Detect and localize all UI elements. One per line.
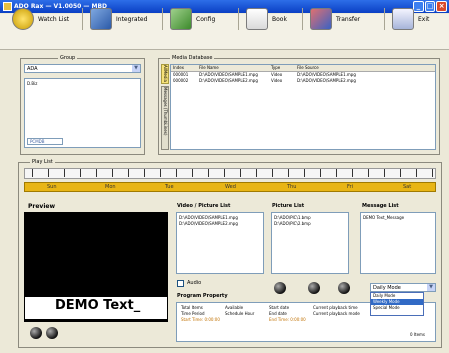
ruler-tick xyxy=(400,169,401,177)
media-database-legend: Media Database xyxy=(170,55,215,61)
lane-sun: Sun xyxy=(47,184,57,190)
record-button[interactable] xyxy=(308,282,320,294)
lane-thu: Thu xyxy=(287,184,297,190)
ruler-tick xyxy=(384,169,385,177)
table-header: Index File Name Type File Source xyxy=(171,65,435,72)
ruler-tick xyxy=(368,169,369,177)
stop-button[interactable] xyxy=(46,327,58,339)
app-icon xyxy=(3,2,12,11)
ruler-tick xyxy=(144,169,145,177)
column-file-source[interactable]: File Source xyxy=(297,65,377,71)
media-table: Index File Name Type File Source 000001 … xyxy=(170,64,436,150)
time-ruler-ticks xyxy=(24,168,436,179)
ruler-tick xyxy=(416,169,417,177)
message-list-label: Message List xyxy=(362,203,399,209)
mode-select[interactable]: Daily Mode ▼ xyxy=(370,283,436,292)
item-count: 0 Items xyxy=(410,332,426,337)
column-index[interactable]: Index xyxy=(171,65,195,71)
lane-tue: Tue xyxy=(165,184,174,190)
preview-demo-text: DEMO Text_ xyxy=(24,296,168,320)
ruler-tick xyxy=(256,169,257,177)
video-picture-list[interactable]: D:\ADO\VIDEO\SAMPLE1.mpg D:\ADO\VIDEO\SA… xyxy=(176,212,264,274)
group-list[interactable]: D.Biz PCMDB xyxy=(24,78,141,148)
chevron-down-icon: ▼ xyxy=(427,284,435,291)
lane-fri: Fri xyxy=(347,184,353,190)
ruler-tick xyxy=(96,169,97,177)
list-item[interactable]: D:\ADO\PIC\2.bmp xyxy=(274,221,346,227)
next-button[interactable] xyxy=(338,282,350,294)
config-button[interactable]: Config xyxy=(170,5,215,33)
play-button[interactable] xyxy=(30,327,42,339)
ruler-tick xyxy=(176,169,177,177)
ruler-tick xyxy=(112,169,113,177)
audio-checkbox[interactable] xyxy=(177,280,184,287)
ruler-tick xyxy=(240,169,241,177)
day-lanes[interactable]: Sun Mon Tue Wed Thu Fri Sat xyxy=(24,182,436,192)
message-list[interactable]: DEMO Text_Message xyxy=(360,212,436,274)
list-item[interactable]: DEMO Text_Message xyxy=(363,215,433,221)
mode-option[interactable]: Special Mode xyxy=(371,305,423,311)
group-list-item[interactable]: D.Biz xyxy=(25,79,140,89)
audio-checkbox-label: Audio xyxy=(187,280,202,286)
group-footer-select[interactable]: PCMDB xyxy=(27,138,63,145)
ruler-tick xyxy=(224,169,225,177)
ruler-tick xyxy=(128,169,129,177)
ruler-tick xyxy=(304,169,305,177)
toolbar-separator xyxy=(82,8,83,30)
toolbar-separator xyxy=(238,8,239,30)
property-row: Start Time: 0:00:00 End Time: 0:00:00 xyxy=(181,317,306,322)
ruler-tick xyxy=(160,169,161,177)
integrated-icon xyxy=(90,8,112,30)
program-property-label: Program Property xyxy=(177,293,228,299)
ruler-tick xyxy=(64,169,65,177)
column-type[interactable]: Type xyxy=(271,65,293,71)
picture-list[interactable]: D:\ADO\PIC\1.bmp D:\ADO\PIC\2.bmp xyxy=(271,212,349,274)
transfer-icon xyxy=(310,8,332,30)
config-icon xyxy=(170,8,192,30)
ruler-tick xyxy=(272,169,273,177)
preview-label: Preview xyxy=(28,203,56,210)
ruler-tick xyxy=(32,169,33,177)
table-row[interactable]: 000002 D:\ADO\VIDEO\SAMPLE2.mpg Video D:… xyxy=(171,78,435,84)
book-icon xyxy=(246,8,268,30)
lane-mon: Mon xyxy=(105,184,116,190)
group-select[interactable]: ADA ▼ xyxy=(24,64,141,73)
exit-button[interactable]: Exit xyxy=(392,5,429,33)
exit-icon xyxy=(392,8,414,30)
ruler-tick xyxy=(48,169,49,177)
toolbar-separator xyxy=(162,8,163,30)
lane-sat: Sat xyxy=(403,184,412,190)
watch-list-button[interactable]: Watch List xyxy=(12,5,69,33)
ruler-tick xyxy=(80,169,81,177)
close-button[interactable]: × xyxy=(436,1,448,12)
ruler-tick xyxy=(432,169,433,177)
column-file-name[interactable]: File Name xyxy=(199,65,267,71)
toolbar-separator xyxy=(302,8,303,30)
group-legend: Group xyxy=(58,55,78,61)
list-item[interactable]: D:\ADO\VIDEO\SAMPLE2.mpg xyxy=(179,221,261,227)
clock-icon xyxy=(12,8,34,30)
book-button[interactable]: Book xyxy=(246,5,287,33)
toolbar-separator xyxy=(384,8,385,30)
ruler-tick xyxy=(336,169,337,177)
play-list-legend: Play List xyxy=(30,159,55,165)
ruler-tick xyxy=(192,169,193,177)
lane-wed: Wed xyxy=(225,184,236,190)
tab-allmedia[interactable]: AllMedia xyxy=(161,64,169,84)
video-picture-list-label: Video / Picture List xyxy=(177,203,231,209)
integrated-button[interactable]: Integrated xyxy=(90,5,147,33)
picture-list-label: Picture List xyxy=(272,203,305,209)
mode-dropdown-list: Daily Mode Weekly Mode Special Mode xyxy=(370,292,424,316)
chevron-down-icon: ▼ xyxy=(132,65,140,72)
previous-button[interactable] xyxy=(274,282,286,294)
ruler-tick xyxy=(208,169,209,177)
ruler-tick xyxy=(320,169,321,177)
tab-messages[interactable]: Messages (ThumbLines) xyxy=(161,86,169,150)
ruler-tick xyxy=(352,169,353,177)
ruler-tick xyxy=(288,169,289,177)
transfer-button[interactable]: Transfer xyxy=(310,5,360,33)
